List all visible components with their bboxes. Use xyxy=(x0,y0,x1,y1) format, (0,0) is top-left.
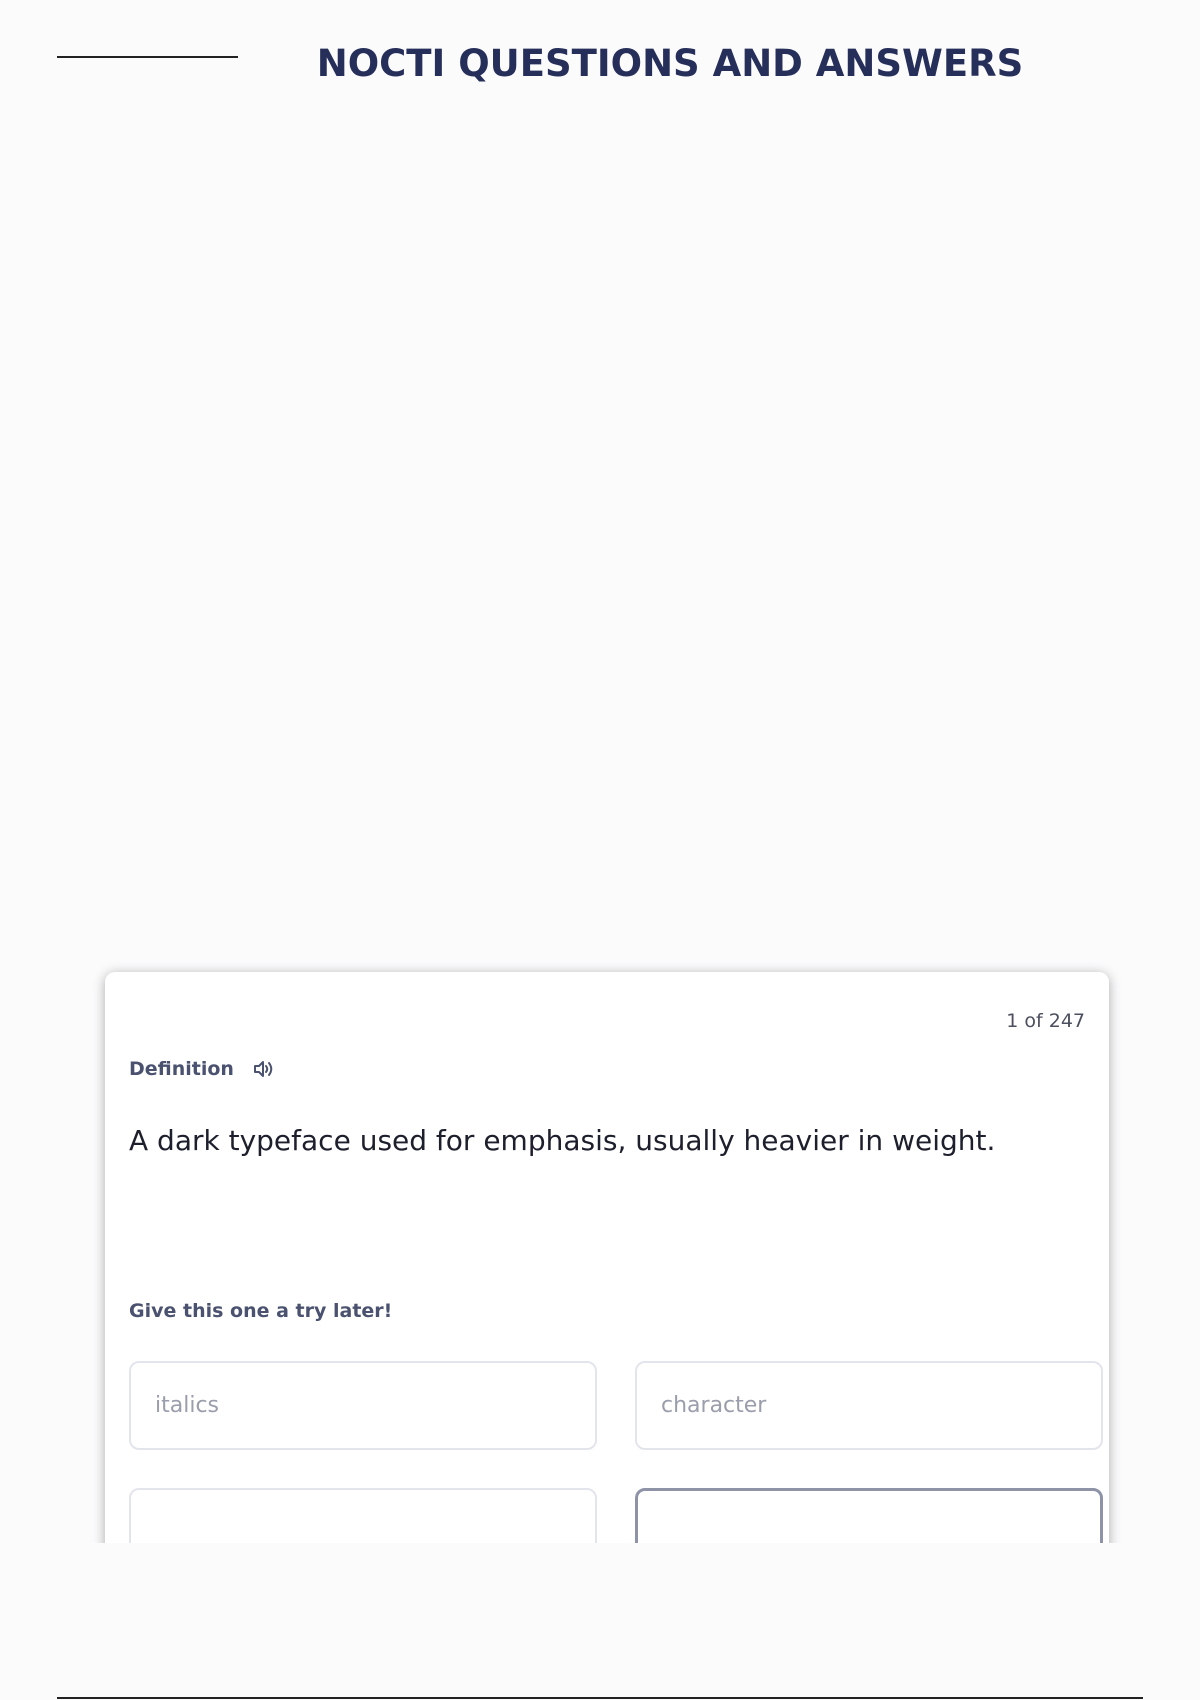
definition-text: A dark typeface used for emphasis, usual… xyxy=(129,1124,996,1157)
flashcard: 1 of 247 Definition A dark typeface used… xyxy=(105,972,1109,1543)
term-header: Definition xyxy=(129,1058,276,1080)
answer-option-2[interactable]: character xyxy=(635,1361,1103,1450)
answer-option-1[interactable]: italics xyxy=(129,1361,597,1450)
document-title: NOCTI QUESTIONS AND ANSWERS xyxy=(316,42,1024,85)
bottom-rule xyxy=(57,1697,1143,1699)
definition-label: Definition xyxy=(129,1058,234,1080)
answer-option-3[interactable] xyxy=(129,1488,597,1543)
top-rule xyxy=(57,56,238,58)
flashcard-viewport: 1 of 247 Definition A dark typeface used… xyxy=(80,960,1140,1543)
try-later-hint: Give this one a try later! xyxy=(129,1300,393,1322)
answer-option-4[interactable] xyxy=(635,1488,1103,1543)
card-counter: 1 of 247 xyxy=(1006,1010,1085,1032)
speaker-icon[interactable] xyxy=(252,1058,276,1080)
